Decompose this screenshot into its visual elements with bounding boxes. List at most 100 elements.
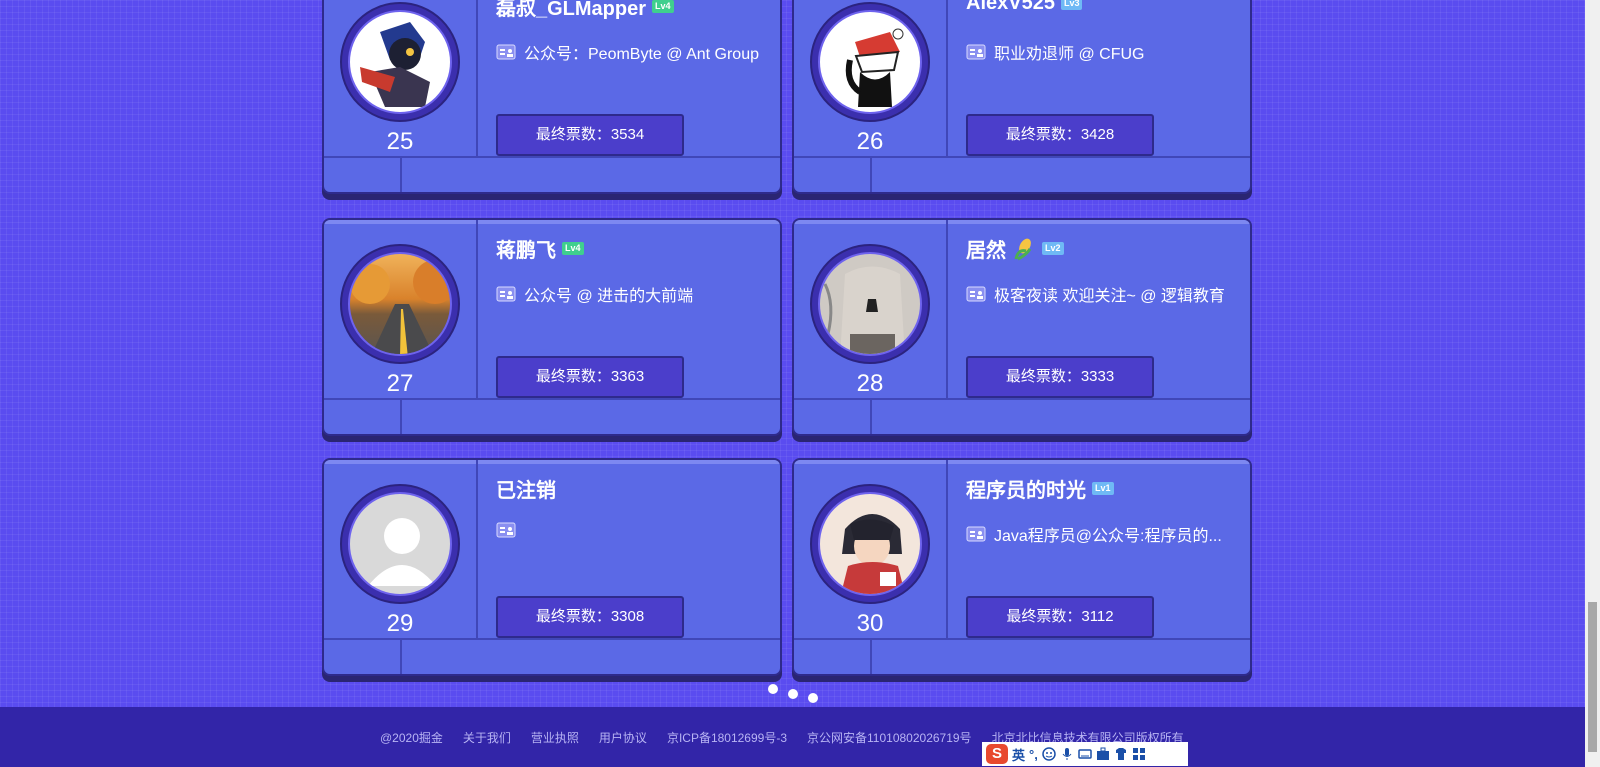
avatar[interactable] <box>810 484 930 604</box>
rank-number: 26 <box>856 128 884 155</box>
grid-menu-icon[interactable] <box>1132 747 1146 761</box>
ime-language-toggle[interactable]: 英 <box>1012 745 1025 764</box>
id-card-icon <box>966 526 986 542</box>
author-card: 25 磊叔_GLMapper Lv4 公众号：PeomByte @ Ant Gr… <box>322 0 782 194</box>
level-badge: Lv2 <box>1042 242 1064 255</box>
rank-number: 25 <box>386 128 414 155</box>
author-name[interactable]: AlexV525 Lv3 <box>966 0 1083 15</box>
avatar[interactable] <box>810 2 930 122</box>
author-name[interactable]: 程序员的时光 Lv1 <box>966 474 1114 503</box>
avatar-image <box>348 10 452 114</box>
rank-number: 28 <box>856 370 884 397</box>
card-divider <box>946 220 948 398</box>
card-divider <box>870 398 872 434</box>
avatar[interactable] <box>810 244 930 364</box>
pagination-dots <box>768 684 828 704</box>
emoji-icon[interactable] <box>1042 747 1056 761</box>
card-divider <box>794 638 1250 640</box>
author-card: 29 已注销 最终票数：3308 <box>322 458 782 676</box>
ime-punctuation-toggle[interactable]: °, <box>1029 747 1038 762</box>
scrollbar-thumb[interactable] <box>1588 602 1597 752</box>
avatar[interactable] <box>340 244 460 364</box>
author-card: 27 蒋鹏飞 Lv4 公众号 @ 进击的大前端 最终票数：3363 <box>322 218 782 436</box>
author-bio <box>496 522 771 538</box>
pagination-dot[interactable] <box>808 693 818 703</box>
pagination-dot[interactable] <box>788 689 798 699</box>
footer-copyright: @2020掘金 <box>380 731 443 745</box>
final-votes-button[interactable]: 最终票数：3363 <box>496 356 684 398</box>
avatar[interactable] <box>340 484 460 604</box>
microphone-icon[interactable] <box>1060 747 1074 761</box>
author-name[interactable]: 蒋鹏飞 Lv4 <box>496 234 584 263</box>
id-card-icon <box>496 44 516 60</box>
avatar-image <box>818 492 922 596</box>
author-bio: 公众号：PeomByte @ Ant Group <box>496 40 771 64</box>
sogou-logo-icon[interactable]: S <box>986 744 1008 764</box>
author-bio: 极客夜读 欢迎关注~ @ 逻辑教育 <box>966 282 1241 306</box>
footer-link-icp[interactable]: 京ICP备18012699号-3 <box>667 729 787 746</box>
card-divider <box>794 398 1250 400</box>
avatar[interactable] <box>340 2 460 122</box>
ranking-grid: 25 磊叔_GLMapper Lv4 公众号：PeomByte @ Ant Gr… <box>322 0 1262 695</box>
card-divider <box>946 460 948 638</box>
author-bio: 职业劝退师 @ CFUG <box>966 40 1241 64</box>
id-card-icon <box>496 522 516 538</box>
final-votes-button[interactable]: 最终票数：3428 <box>966 114 1154 156</box>
default-avatar-image <box>348 492 452 596</box>
footer-link-agreement[interactable]: 用户协议 <box>599 729 647 746</box>
rank-number: 30 <box>856 610 884 637</box>
ime-toolbar[interactable]: S 英 °, <box>982 742 1188 766</box>
card-divider <box>324 156 780 158</box>
avatar-image <box>818 10 922 114</box>
final-votes-button[interactable]: 最终票数：3333 <box>966 356 1154 398</box>
card-divider <box>400 398 402 434</box>
keyboard-icon[interactable] <box>1078 747 1092 761</box>
id-card-icon <box>966 286 986 302</box>
toolbox-icon[interactable] <box>1096 747 1110 761</box>
author-name[interactable]: 磊叔_GLMapper Lv4 <box>496 0 674 21</box>
card-divider <box>946 0 948 156</box>
final-votes-button[interactable]: 最终票数：3112 <box>966 596 1154 638</box>
author-name-text: 磊叔_GLMapper <box>496 0 647 20</box>
level-badge: Lv1 <box>1092 482 1114 495</box>
avatar-image <box>818 252 922 356</box>
card-divider <box>794 156 1250 158</box>
level-badge: Lv3 <box>1060 0 1083 10</box>
final-votes-button[interactable]: 最终票数：3308 <box>496 596 684 638</box>
author-name[interactable]: 居然 Lv2 <box>966 234 1064 263</box>
card-divider <box>476 220 478 398</box>
pagination-dot[interactable] <box>768 684 778 694</box>
card-divider <box>400 156 402 192</box>
card-divider <box>324 638 780 640</box>
rank-number: 27 <box>386 370 414 397</box>
id-card-icon <box>496 286 516 302</box>
card-divider <box>400 638 402 674</box>
footer-link-about[interactable]: 关于我们 <box>463 729 511 746</box>
author-card: 26 AlexV525 Lv3 职业劝退师 @ CFUG 最终票数：3428 <box>792 0 1252 194</box>
avatar-image <box>348 252 452 356</box>
author-name-text: 居然 <box>966 240 1006 262</box>
level-badge: Lv4 <box>652 0 674 13</box>
corn-emoji-icon <box>1014 238 1032 260</box>
author-card: 28 居然 Lv2 极客夜读 欢迎关注~ @ 逻辑教育 最终票数：3333 <box>792 218 1252 436</box>
author-name-text: AlexV525 <box>966 0 1055 14</box>
rank-number: 29 <box>386 610 414 637</box>
author-name-text: 程序员的时光 <box>966 480 1086 502</box>
footer-link-police[interactable]: 京公网安备11010802026719号 <box>807 729 972 746</box>
final-votes-button[interactable]: 最终票数：3534 <box>496 114 684 156</box>
card-divider <box>870 638 872 674</box>
author-bio: Java程序员@公众号:程序员的... <box>966 522 1241 546</box>
author-name-text: 蒋鹏飞 <box>496 240 556 262</box>
level-badge: Lv4 <box>562 242 584 255</box>
card-divider <box>870 156 872 192</box>
author-name[interactable]: 已注销 <box>496 474 556 503</box>
id-card-icon <box>966 44 986 60</box>
page-scrollbar[interactable] <box>1585 0 1600 767</box>
footer-link-license[interactable]: 营业执照 <box>531 729 579 746</box>
card-divider <box>324 398 780 400</box>
card-divider <box>476 460 478 638</box>
author-name-text: 已注销 <box>496 480 556 502</box>
skin-shirt-icon[interactable] <box>1114 747 1128 761</box>
author-card: 30 程序员的时光 Lv1 Java程序员@公众号:程序员的... 最终票数：3… <box>792 458 1252 676</box>
site-footer: @2020掘金 关于我们 营业执照 用户协议 京ICP备18012699号-3 … <box>0 707 1600 767</box>
